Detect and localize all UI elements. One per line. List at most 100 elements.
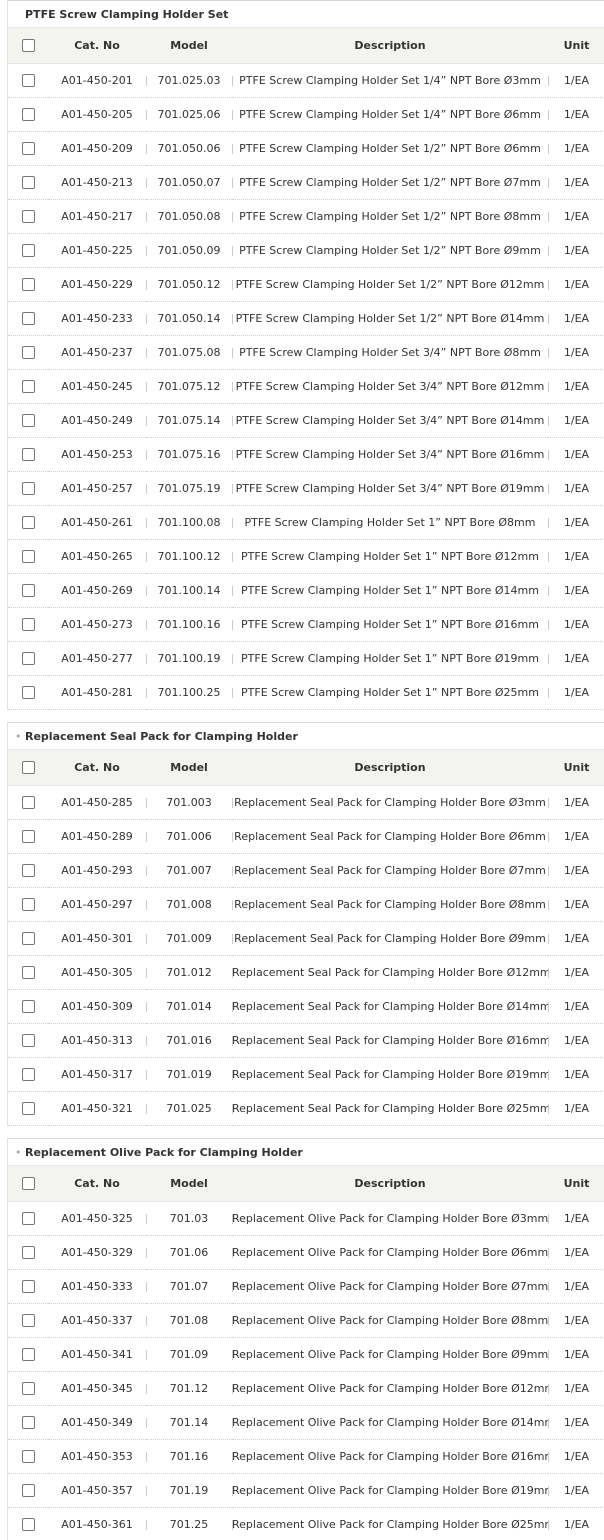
row-checkbox-cell — [8, 1269, 48, 1304]
row-checkbox[interactable] — [21, 1517, 35, 1531]
table-row: A01-450-265 701.100.12 PTFE Screw Clamping… — [8, 539, 604, 574]
row-checkbox[interactable] — [21, 549, 35, 563]
unit-cell: 1/EA — [548, 471, 604, 506]
row-checkbox[interactable] — [21, 447, 35, 461]
unit-cell: 1/EA — [548, 1057, 604, 1092]
unit-cell: 1/EA — [548, 1269, 604, 1304]
model-cell: 701.050.06 — [146, 131, 232, 166]
row-checkbox[interactable] — [21, 243, 35, 257]
description-cell: Replacement Olive Pack for Clamping Hold… — [232, 1371, 548, 1406]
unit-cell: 1/EA — [548, 403, 604, 438]
table-row: A01-450-253 701.075.16 PTFE Screw Clamping… — [8, 437, 604, 472]
cat-no-cell: A01-450-205 — [48, 97, 146, 132]
description-cell: Replacement Seal Pack for Clamping Holde… — [232, 1023, 548, 1058]
row-checkbox[interactable] — [21, 1211, 35, 1225]
table-row: A01-450-261 701.100.08 PTFE Screw Clamping… — [8, 505, 604, 540]
row-checkbox[interactable] — [21, 107, 35, 121]
row-checkbox[interactable] — [21, 965, 35, 979]
row-checkbox[interactable] — [21, 583, 35, 597]
description-cell: PTFE Screw Clamping Holder Set 1/2” NPT … — [232, 131, 548, 166]
row-checkbox[interactable] — [21, 141, 35, 155]
row-checkbox-cell — [8, 955, 48, 990]
description-cell: Replacement Olive Pack for Clamping Hold… — [232, 1235, 548, 1270]
row-checkbox[interactable] — [21, 1067, 35, 1081]
cat-no-cell: A01-450-201 — [48, 63, 146, 98]
row-checkbox[interactable] — [21, 481, 35, 495]
table-row: A01-450-237 701.075.08 PTFE Screw Clamping… — [8, 335, 604, 370]
select-all-checkbox[interactable] — [21, 761, 35, 774]
row-checkbox[interactable] — [21, 931, 35, 945]
row-checkbox-cell — [8, 1439, 48, 1474]
unit-cell: 1/EA — [548, 1023, 604, 1058]
row-checkbox-cell — [8, 403, 48, 438]
table-row: A01-450-341 701.09 Replacement Olive Pack … — [8, 1337, 604, 1372]
model-cell: 701.012 — [146, 955, 232, 990]
unit-cell: 1/EA — [548, 1371, 604, 1406]
cat-no-cell: A01-450-297 — [48, 887, 146, 922]
row-checkbox-cell — [8, 887, 48, 922]
row-checkbox[interactable] — [21, 175, 35, 189]
cat-no-cell: A01-450-325 — [48, 1201, 146, 1236]
model-cell: 701.075.19 — [146, 471, 232, 506]
row-checkbox-cell — [8, 63, 48, 98]
unit-cell: 1/EA — [548, 1201, 604, 1236]
table-row: A01-450-333 701.07 Replacement Olive Pack … — [8, 1269, 604, 1304]
unit-cell: 1/EA — [548, 97, 604, 132]
row-checkbox[interactable] — [21, 651, 35, 665]
row-checkbox[interactable] — [21, 311, 35, 325]
row-checkbox[interactable] — [21, 1449, 35, 1463]
row-checkbox[interactable] — [21, 795, 35, 809]
row-checkbox[interactable] — [21, 1483, 35, 1497]
description-cell: Replacement Seal Pack for Clamping Holde… — [232, 853, 548, 888]
row-checkbox[interactable] — [21, 345, 35, 359]
description-cell: PTFE Screw Clamping Holder Set 1” NPT Bo… — [232, 539, 548, 574]
description-cell: Replacement Seal Pack for Clamping Holde… — [232, 887, 548, 922]
model-cell: 701.16 — [146, 1439, 232, 1474]
description-cell: PTFE Screw Clamping Holder Set 1” NPT Bo… — [232, 675, 548, 710]
row-checkbox[interactable] — [21, 617, 35, 631]
row-checkbox[interactable] — [21, 1415, 35, 1429]
row-checkbox[interactable] — [21, 209, 35, 223]
select-all-checkbox[interactable] — [21, 39, 35, 52]
description-cell: Replacement Seal Pack for Clamping Holde… — [232, 819, 548, 854]
row-checkbox[interactable] — [21, 1381, 35, 1395]
row-checkbox[interactable] — [21, 73, 35, 87]
description-cell: Replacement Olive Pack for Clamping Hold… — [232, 1201, 548, 1236]
row-checkbox[interactable] — [21, 1347, 35, 1361]
row-checkbox[interactable] — [21, 1101, 35, 1115]
table-row: A01-450-257 701.075.19 PTFE Screw Clamping… — [8, 471, 604, 506]
cat-no-cell: A01-450-237 — [48, 335, 146, 370]
row-checkbox-cell — [8, 1303, 48, 1338]
description-cell: Replacement Seal Pack for Clamping Holde… — [232, 785, 548, 820]
unit-cell: 1/EA — [548, 853, 604, 888]
row-checkbox-cell — [8, 471, 48, 506]
select-all-checkbox[interactable] — [21, 1177, 35, 1190]
row-checkbox[interactable] — [21, 1279, 35, 1293]
row-checkbox[interactable] — [21, 863, 35, 877]
unit-cell: 1/EA — [548, 607, 604, 642]
row-checkbox[interactable] — [21, 999, 35, 1013]
row-checkbox[interactable] — [21, 897, 35, 911]
row-checkbox[interactable] — [21, 1313, 35, 1327]
row-checkbox[interactable] — [21, 1033, 35, 1047]
model-cell: 701.09 — [146, 1337, 232, 1372]
unit-cell: 1/EA — [548, 785, 604, 820]
row-checkbox[interactable] — [21, 829, 35, 843]
row-checkbox[interactable] — [21, 515, 35, 529]
row-checkbox[interactable] — [21, 277, 35, 291]
description-cell: PTFE Screw Clamping Holder Set 1” NPT Bo… — [232, 607, 548, 642]
row-checkbox[interactable] — [21, 379, 35, 393]
row-checkbox[interactable] — [21, 1245, 35, 1259]
model-cell: 701.100.19 — [146, 641, 232, 676]
cat-no-cell: A01-450-353 — [48, 1439, 146, 1474]
row-checkbox[interactable] — [21, 685, 35, 699]
header-description: Description — [232, 28, 548, 64]
cat-no-cell: A01-450-209 — [48, 131, 146, 166]
row-checkbox[interactable] — [21, 413, 35, 427]
model-cell: 701.19 — [146, 1473, 232, 1508]
product-section: • Replacement Seal Pack for Clamping Hold… — [7, 722, 604, 1126]
row-checkbox-cell — [8, 505, 48, 540]
table-row: A01-450-249 701.075.14 PTFE Screw Clamping… — [8, 403, 604, 438]
model-cell: 701.050.14 — [146, 301, 232, 336]
row-checkbox-cell — [8, 97, 48, 132]
